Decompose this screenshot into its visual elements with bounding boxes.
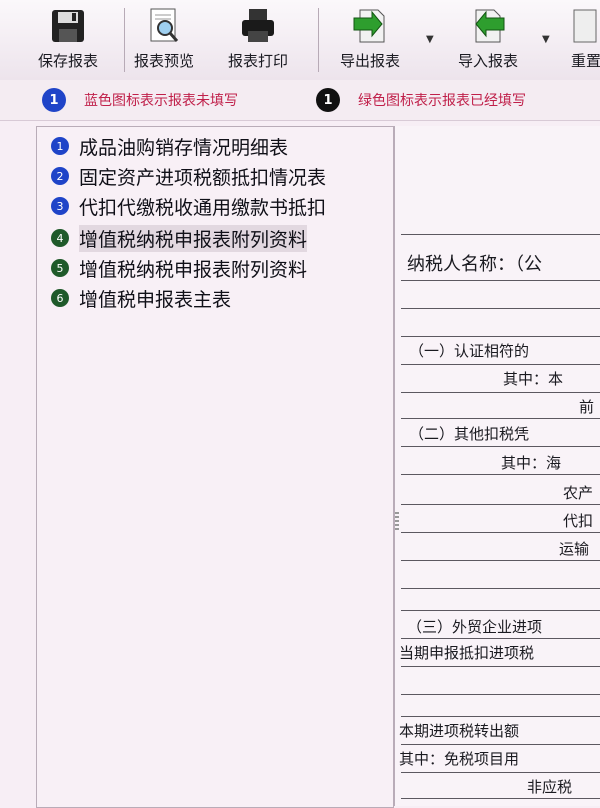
form-line (401, 744, 600, 745)
form-line (401, 308, 600, 309)
form-line (401, 666, 600, 667)
green-status-icon: 5 (51, 259, 69, 277)
green-status-icon: 6 (51, 289, 69, 307)
blue-legend-text: 蓝色图标表示报表未填写 (84, 93, 238, 109)
import-report-label: 导入报表 (458, 52, 519, 70)
form-line (401, 560, 600, 561)
section-2-sub-1: 其中：海 (501, 454, 562, 472)
report-item-2[interactable]: 2 固定资产进项税额抵扣情况表 (51, 163, 326, 189)
report-item-label: 增值税纳税申报表附列资料 (79, 224, 308, 252)
taxpayer-name-label: 纳税人名称：（公 (407, 254, 542, 275)
form-line (401, 392, 600, 393)
report-preview-label: 报表预览 (134, 52, 195, 70)
green-status-icon: 4 (51, 229, 69, 247)
section-3-label: （三）外贸企业进项 (407, 618, 543, 636)
resize-handle[interactable] (395, 512, 399, 532)
section-2-sub-3: 代扣 (563, 512, 594, 530)
form-line (401, 280, 600, 281)
reset-icon (573, 9, 597, 43)
form-line (401, 638, 600, 639)
form-line (401, 772, 600, 773)
form-line (401, 504, 600, 505)
export-report-button[interactable]: 导出报表 (340, 6, 400, 74)
save-report-label: 保存报表 (38, 52, 99, 70)
non-taxable-label: 非应税 (527, 778, 573, 796)
toolbar-separator (124, 8, 125, 72)
blue-status-icon: 1 (51, 137, 69, 155)
save-report-button[interactable]: 保存报表 (38, 6, 98, 74)
blue-status-icon: 2 (51, 167, 69, 185)
form-line (401, 610, 600, 611)
toolbar-separator (318, 8, 319, 72)
report-item-3[interactable]: 3 代扣代缴税收通用缴款书抵扣 (51, 193, 326, 219)
report-item-label: 成品油购销存情况明细表 (79, 136, 289, 159)
green-status-icon: 1 (316, 88, 340, 112)
form-line (401, 234, 600, 235)
report-print-button[interactable]: 报表打印 (228, 6, 288, 74)
section-2-sub-2: 农产 (563, 484, 594, 502)
section-2-sub-4: 运输 (559, 540, 590, 558)
form-line (401, 418, 600, 419)
form-line (401, 446, 600, 447)
form-line (401, 588, 600, 589)
form-line (401, 364, 600, 365)
reset-button[interactable]: 重置 (566, 6, 600, 74)
report-item-1[interactable]: 1 成品油购销存情况明细表 (51, 133, 288, 159)
report-item-5[interactable]: 5 增值税纳税申报表附列资料 (51, 255, 307, 281)
export-dropdown-icon[interactable]: ▼ (426, 34, 434, 45)
report-item-6[interactable]: 6 增值税申报表主表 (51, 285, 231, 311)
export-arrow-icon (353, 9, 385, 43)
section-1-sub-1: 其中：本 (503, 370, 564, 388)
magnifier-document-icon (150, 8, 179, 42)
report-item-label: 增值税纳税申报表附列资料 (79, 258, 308, 281)
report-preview-button[interactable]: 报表预览 (134, 6, 194, 74)
export-report-label: 导出报表 (340, 52, 401, 70)
report-form: 纳税人名称：（公 （一）认证相符的 其中：本 前 （二）其他扣税凭 其中：海 农… (394, 126, 600, 806)
form-line (401, 798, 600, 799)
section-1-label: （一）认证相符的 (409, 342, 530, 360)
form-line (401, 716, 600, 717)
exempt-items-label: 其中：免税项目用 (399, 750, 520, 768)
form-line (401, 532, 600, 533)
current-deduction-label: 当期申报抵扣进项税 (399, 644, 535, 662)
import-arrow-icon (475, 9, 505, 43)
toolbar: 保存报表 报表预览 报表打印 导出报表 ▼ 导入报表 ▼ 重置 (0, 0, 600, 81)
report-item-label: 增值税申报表主表 (79, 288, 232, 311)
import-report-button[interactable]: 导入报表 (458, 6, 518, 74)
green-legend-text: 绿色图标表示报表已经填写 (358, 93, 526, 109)
form-line (401, 694, 600, 695)
blue-status-icon: 1 (42, 88, 66, 112)
tax-transfer-label: 本期进项税转出额 (399, 722, 520, 740)
report-item-4[interactable]: 4 增值税纳税申报表附列资料 (51, 224, 308, 252)
blue-status-icon: 3 (51, 197, 69, 215)
form-line (401, 336, 600, 337)
report-tree: 1 成品油购销存情况明细表 2 固定资产进项税额抵扣情况表 3 代扣代缴税收通用… (36, 126, 394, 808)
printer-icon (242, 9, 274, 42)
import-dropdown-icon[interactable]: ▼ (542, 34, 550, 45)
report-print-label: 报表打印 (228, 52, 289, 70)
section-2-label: （二）其他扣税凭 (409, 425, 530, 443)
report-item-label: 代扣代缴税收通用缴款书抵扣 (79, 196, 327, 219)
form-line (401, 474, 600, 475)
floppy-disk-icon (52, 10, 84, 42)
reset-label: 重置 (570, 52, 600, 70)
report-item-label: 固定资产进项税额抵扣情况表 (79, 166, 327, 189)
section-1-sub-2: 前 (579, 398, 595, 416)
